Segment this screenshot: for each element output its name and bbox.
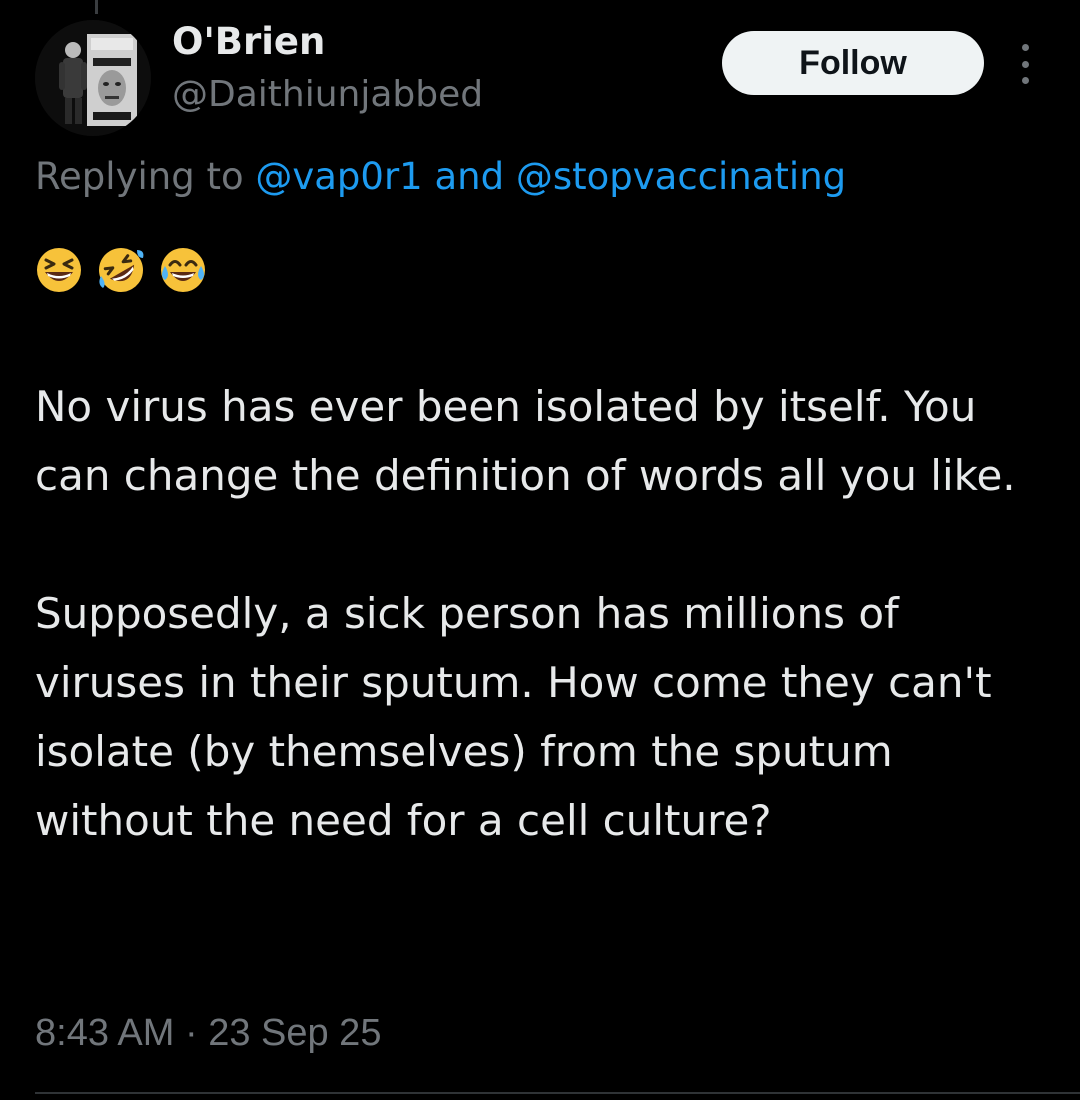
tweet-paragraph: No virus has ever been isolated by itsel… bbox=[35, 382, 1016, 500]
dot bbox=[1021, 60, 1029, 68]
reply-connector: and bbox=[422, 155, 516, 198]
tweet-paragraph: Supposedly, a sick person has millions o… bbox=[35, 589, 992, 845]
author-display-name[interactable]: O'Brien bbox=[172, 20, 325, 63]
avatar-image bbox=[35, 20, 151, 136]
author-handle[interactable]: @Daithiunjabbed bbox=[172, 74, 483, 115]
face-with-tears-of-joy-icon bbox=[161, 248, 205, 292]
dot bbox=[1021, 77, 1029, 84]
replying-to-line: Replying to @vap0r1 and @stopvaccinating bbox=[35, 155, 846, 198]
more-options-icon[interactable] bbox=[1013, 44, 1037, 84]
emoji-row bbox=[35, 246, 207, 294]
tweet-timestamp[interactable]: 8:43 AM · 23 Sep 25 bbox=[35, 1012, 381, 1055]
grinning-squinting-face-icon bbox=[37, 248, 81, 292]
dot bbox=[1021, 44, 1029, 51]
mention-link[interactable]: @vap0r1 bbox=[255, 155, 422, 198]
avatar[interactable] bbox=[35, 20, 151, 136]
replying-to-prefix: Replying to bbox=[35, 155, 256, 198]
follow-button[interactable]: Follow bbox=[722, 31, 984, 95]
mention-link[interactable]: @stopvaccinating bbox=[516, 155, 846, 198]
rolling-on-floor-laughing-icon bbox=[99, 248, 144, 292]
tweet-body: No virus has ever been isolated by itsel… bbox=[35, 372, 1050, 855]
thread-connector bbox=[95, 0, 98, 14]
divider bbox=[35, 1092, 1080, 1094]
